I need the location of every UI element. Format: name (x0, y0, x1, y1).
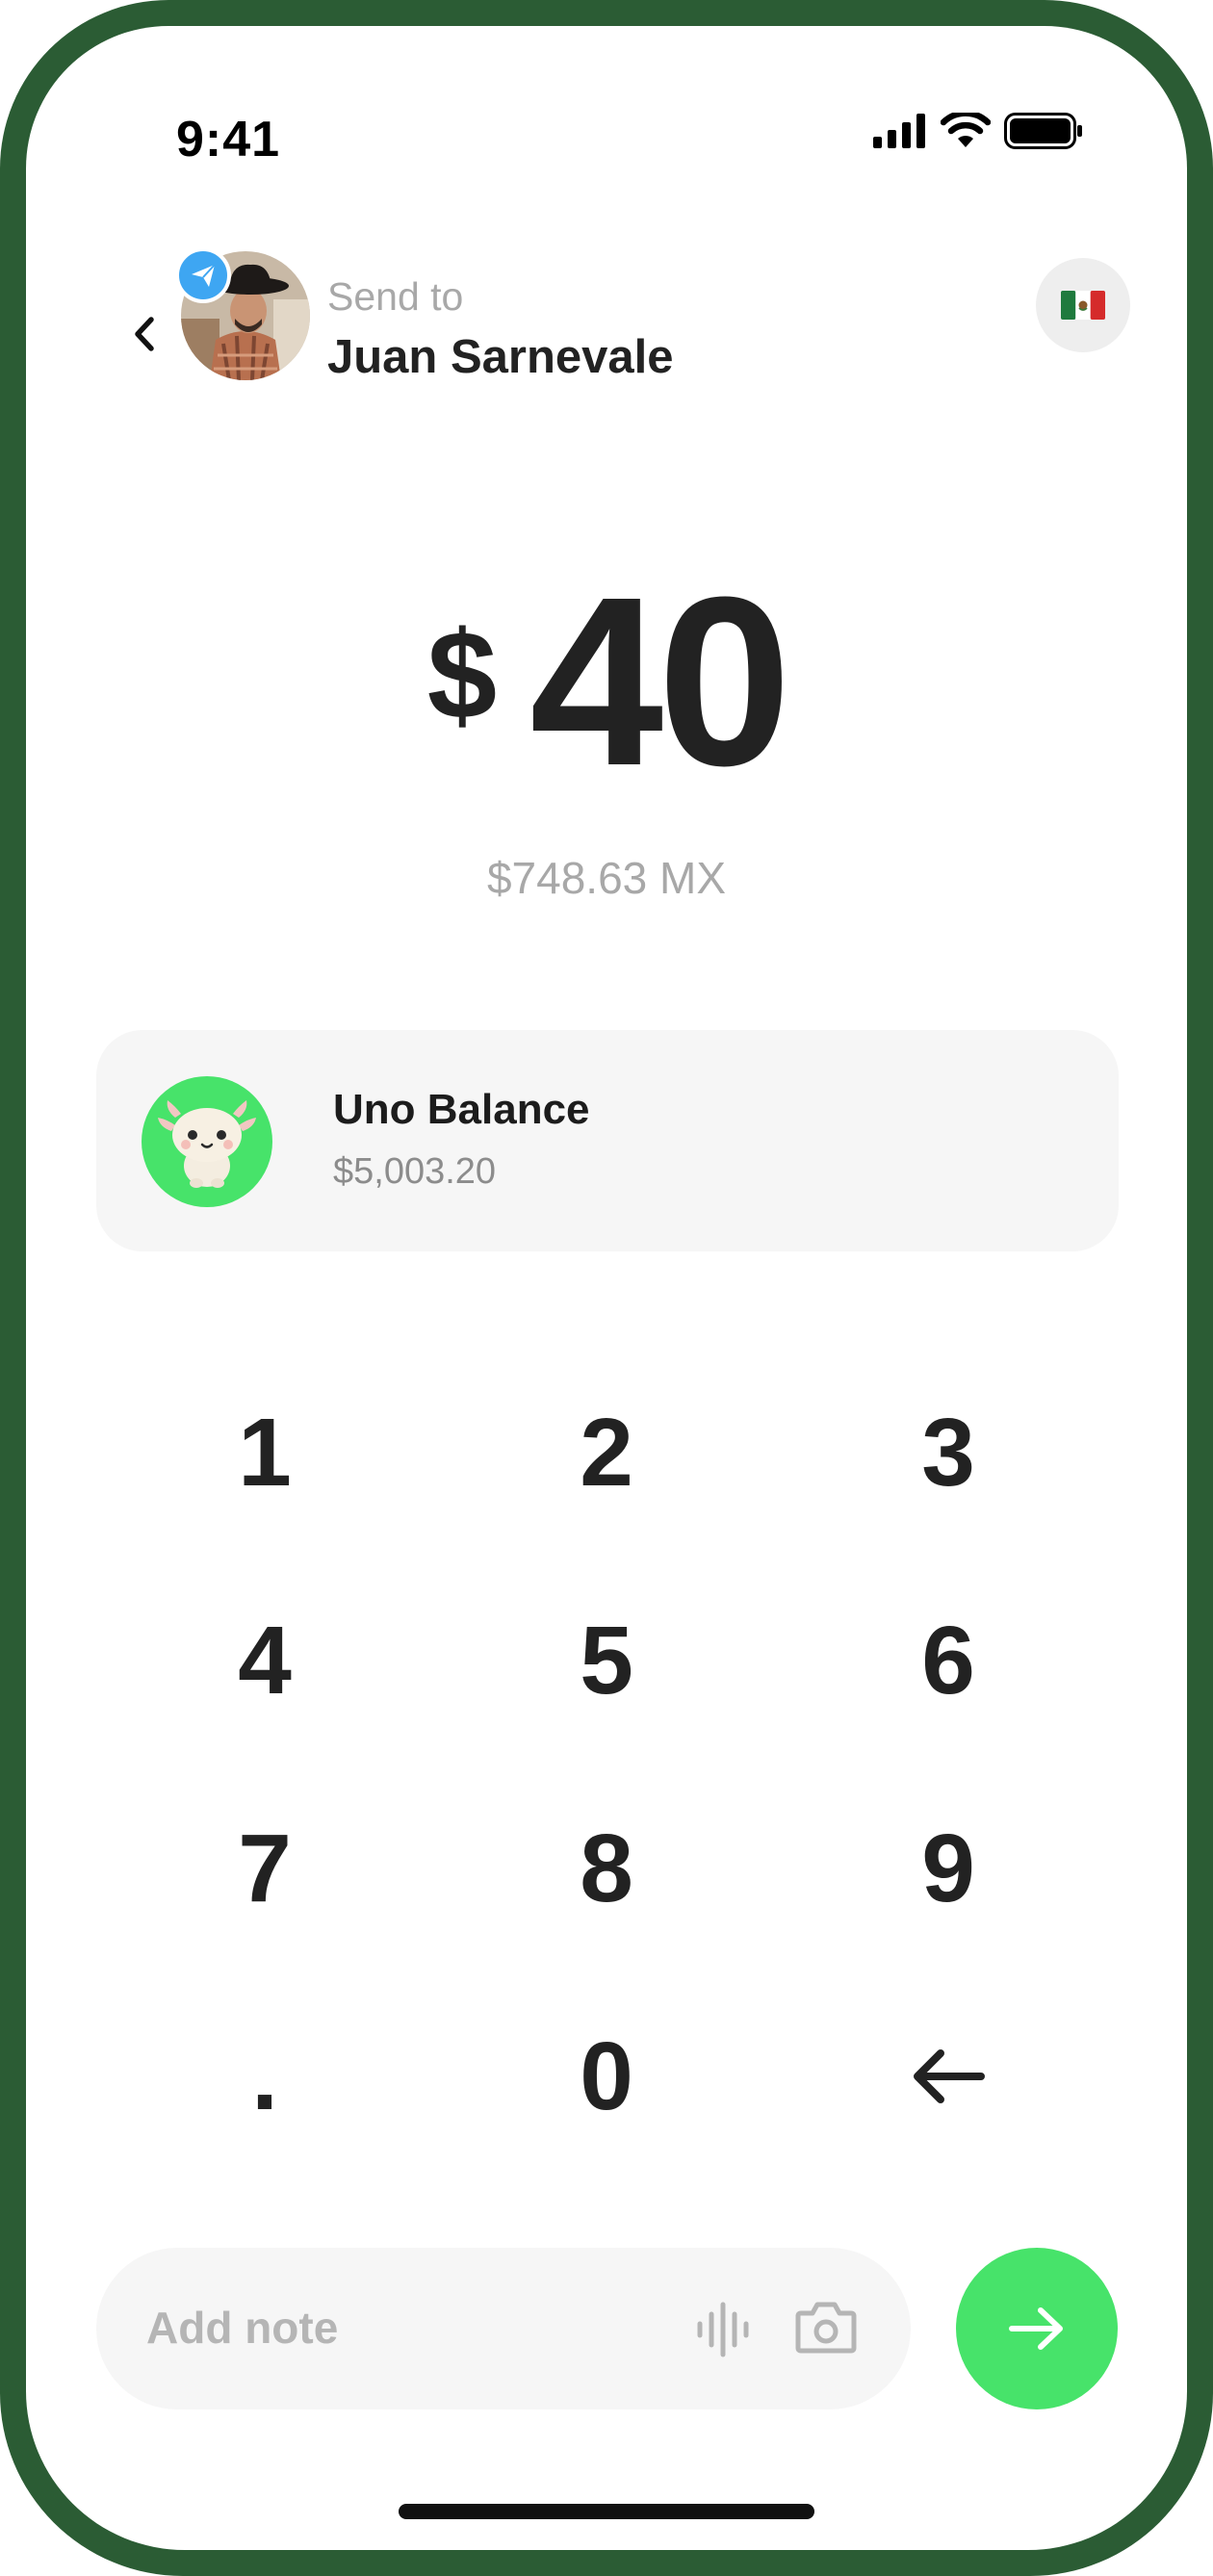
key-6[interactable]: 6 (828, 1584, 1069, 1738)
key-2[interactable]: 2 (486, 1376, 727, 1530)
chevron-left-icon (135, 317, 154, 351)
recipient-avatar-group[interactable] (175, 247, 310, 382)
home-indicator[interactable] (399, 2504, 814, 2519)
key-7[interactable]: 7 (144, 1791, 385, 1945)
funding-source-title: Uno Balance (333, 1086, 590, 1133)
mexico-flag-icon (1061, 291, 1105, 320)
send-to-label: Send to (327, 274, 464, 319)
device-frame: 9:41 Send to Juan Sarnevale $ 40 $748.63… (0, 0, 1213, 2576)
add-note-field[interactable]: Add note (96, 2248, 911, 2409)
currency-symbol: $ (426, 605, 498, 745)
amount-display: $ 40 (26, 547, 1187, 815)
paper-plane-icon (175, 247, 231, 303)
voice-waveform-icon[interactable] (695, 2301, 751, 2358)
app-screen: 9:41 Send to Juan Sarnevale $ 40 $748.63… (26, 26, 1187, 2550)
wifi-icon (941, 113, 991, 147)
amount-value: 40 (529, 546, 791, 815)
status-time: 9:41 (176, 112, 281, 167)
key-4[interactable]: 4 (144, 1584, 385, 1738)
key-5[interactable]: 5 (486, 1584, 727, 1738)
funding-source-card[interactable]: Uno Balance $5,003.20 (96, 1030, 1119, 1251)
key-0[interactable]: 0 (486, 1999, 727, 2153)
key-3[interactable]: 3 (828, 1376, 1069, 1530)
camera-icon[interactable] (795, 2300, 857, 2356)
arrow-left-icon (914, 2049, 985, 2103)
note-placeholder: Add note (146, 2303, 339, 2353)
backspace-key[interactable] (828, 1999, 1069, 2153)
key-9[interactable]: 9 (828, 1791, 1069, 1945)
recipient-name: Juan Sarnevale (327, 331, 674, 383)
status-icons (873, 113, 1083, 149)
key-1[interactable]: 1 (144, 1376, 385, 1530)
back-button[interactable] (103, 296, 186, 373)
converted-amount: $748.63 MX (486, 853, 727, 903)
key-decimal[interactable]: . (144, 1999, 385, 2153)
funding-source-balance: $5,003.20 (333, 1151, 497, 1192)
cellular-signal-icon (873, 114, 925, 148)
battery-icon (1004, 113, 1082, 149)
key-8[interactable]: 8 (486, 1791, 727, 1945)
axolotl-mascot-icon (142, 1076, 272, 1207)
send-button[interactable] (956, 2248, 1118, 2409)
arrow-right-icon (1009, 2307, 1063, 2350)
currency-flag-button[interactable] (1036, 258, 1130, 352)
